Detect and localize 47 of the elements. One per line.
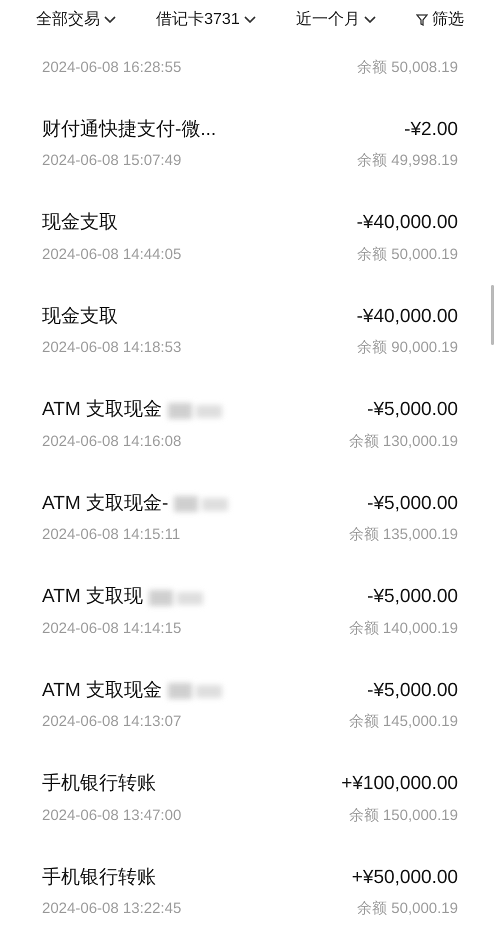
transaction-title: ATM 支取现 — [42, 585, 143, 610]
transaction-amount: -¥5,000.00 — [367, 398, 458, 422]
transaction-title: ATM 支取现金 — [42, 398, 162, 422]
balance-text: 余额 140,000.19 — [348, 618, 458, 638]
balance-text: 余额 90,000.19 — [357, 338, 458, 358]
transaction-amount: -¥40,000.00 — [356, 211, 458, 236]
filter-icon — [416, 14, 428, 26]
transaction-date: 2024-06-08 16:28:55 — [42, 58, 182, 78]
balance-text: 余额 50,000.19 — [357, 244, 458, 264]
transaction-amount: +¥100,000.00 — [341, 772, 458, 796]
transaction-date: 2024-06-08 14:16:08 — [42, 432, 182, 452]
balance-text: 余额 50,000.19 — [357, 899, 458, 919]
balance-text: 余额 150,000.19 — [348, 806, 458, 826]
balance-text: 余额 49,998.19 — [357, 151, 458, 171]
transaction-title: 财付通快捷支付-微... — [42, 118, 216, 142]
transaction-title: ATM 支取现金 — [42, 678, 162, 703]
filter-dropdown[interactable]: 近一个月 — [296, 8, 376, 32]
chevron-down-icon — [364, 16, 376, 24]
transaction-amount: +¥50,000.00 — [352, 866, 458, 890]
transaction-date: 2024-06-08 15:07:49 — [42, 151, 182, 171]
transaction-amount: -¥5,000.00 — [367, 492, 458, 516]
transaction-date: 2024-06-08 13:22:45 — [42, 899, 182, 919]
transaction-date: 2024-06-08 14:44:05 — [42, 244, 182, 264]
transaction-title: ATM 支取现金- — [42, 492, 168, 516]
transaction-date: 2024-06-08 13:47:00 — [42, 806, 182, 826]
balance-text: 余额 145,000.19 — [348, 712, 458, 732]
transaction-date: 2024-06-08 14:13:07 — [42, 712, 182, 732]
filter-dropdown[interactable]: 借记卡3731 — [156, 8, 256, 32]
transaction-amount: -¥2.00 — [404, 118, 458, 142]
transaction-date: 2024-06-08 14:14:15 — [42, 618, 182, 638]
balance-text: 余额 50,008.19 — [357, 58, 458, 78]
balance-text: 余额 135,000.19 — [348, 525, 458, 545]
transaction-title: 手机银行转账 — [42, 772, 156, 796]
transaction-amount: -¥5,000.00 — [367, 585, 458, 610]
transaction-date: 2024-06-08 14:15:11 — [42, 525, 180, 545]
transaction-amount: -¥5,000.00 — [367, 678, 458, 703]
balance-text: 余额 130,000.19 — [348, 432, 458, 452]
transaction-amount: -¥40,000.00 — [356, 304, 458, 329]
filter-button[interactable]: 筛选 — [416, 8, 464, 32]
transaction-title: 现金支取 — [42, 211, 118, 236]
filter-dropdown[interactable]: 全部交易 — [36, 8, 116, 32]
transaction-title: 现金支取 — [42, 304, 118, 329]
transaction-title: 手机银行转账 — [42, 866, 156, 890]
scrollbar — [491, 285, 494, 345]
chevron-down-icon — [244, 16, 256, 24]
transaction-date: 2024-06-08 14:18:53 — [42, 338, 182, 358]
chevron-down-icon — [104, 16, 116, 24]
